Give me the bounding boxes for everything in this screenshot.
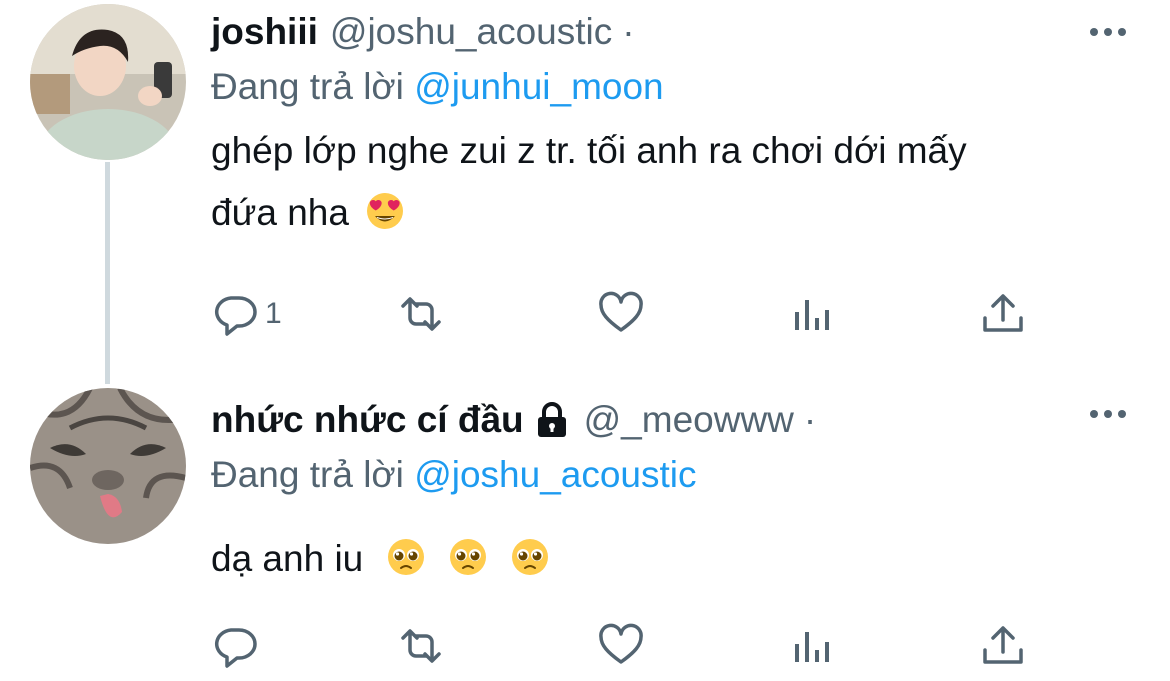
share-icon	[983, 626, 1023, 664]
pleading-face-emoji	[512, 539, 549, 575]
share-icon	[983, 294, 1023, 332]
reply-mention-link[interactable]: @joshu_acoustic	[414, 454, 696, 495]
tweet-content: nhức nhức cí đầu @_meowww · Đang trả lời…	[211, 399, 1130, 590]
heart-eyes-emoji	[367, 193, 404, 229]
display-name[interactable]: nhức nhức cí đầu	[211, 399, 524, 441]
tweet-text: dạ anh iu	[211, 528, 1130, 590]
like-button[interactable]	[597, 616, 645, 676]
tweet-text-line: dạ anh iu	[211, 538, 364, 579]
retweet-icon	[401, 297, 441, 331]
tweet-actions: 1	[211, 284, 1041, 344]
retweet-button[interactable]	[397, 616, 445, 676]
tweet-header: nhức nhức cí đầu @_meowww ·	[211, 399, 1130, 441]
tweet[interactable]: joshiii @joshu_acoustic · Đang trả lời @…	[0, 0, 1170, 380]
replying-to: Đang trả lời @junhui_moon	[211, 66, 1130, 107]
tweet-actions	[211, 616, 1041, 676]
display-name[interactable]: joshiii	[211, 11, 318, 53]
replying-to: Đang trả lời @joshu_acoustic	[211, 454, 1130, 495]
separator-dot: ·	[803, 399, 817, 440]
pleading-face-emoji	[449, 539, 486, 575]
views-button[interactable]	[789, 284, 837, 344]
reply-icon	[214, 628, 257, 668]
tweet-header: joshiii @joshu_acoustic ·	[211, 11, 1130, 53]
reply-prefix: Đang trả lời	[211, 66, 404, 107]
reply-prefix: Đang trả lời	[211, 454, 404, 495]
separator-dot: ·	[622, 11, 635, 52]
views-icon	[795, 300, 829, 330]
user-handle[interactable]: @_meowww	[584, 399, 794, 441]
share-button[interactable]	[979, 616, 1027, 676]
tweet-text-line: ghép lớp nghe zui z tr. tối anh ra chơi …	[211, 130, 967, 171]
more-icon[interactable]	[1086, 402, 1130, 426]
reply-button[interactable]	[211, 616, 265, 676]
avatar[interactable]	[30, 388, 186, 544]
like-button[interactable]	[597, 284, 645, 344]
avatar-photo-icon	[30, 4, 186, 160]
like-icon	[599, 291, 643, 332]
more-icon[interactable]	[1086, 20, 1130, 44]
share-button[interactable]	[979, 284, 1027, 344]
reply-icon	[214, 296, 257, 336]
retweet-icon	[401, 629, 441, 663]
pleading-face-emoji	[387, 539, 424, 575]
tweet[interactable]: nhức nhức cí đầu @_meowww · Đang trả lời…	[0, 380, 1170, 681]
tweet-content: joshiii @joshu_acoustic · Đang trả lời @…	[211, 11, 1130, 244]
reply-mention-link[interactable]: @junhui_moon	[414, 66, 663, 107]
lock-icon	[537, 402, 566, 437]
retweet-button[interactable]	[397, 284, 445, 344]
avatar[interactable]	[30, 4, 186, 160]
like-icon	[599, 623, 643, 664]
views-icon	[795, 632, 829, 662]
tweet-text: ghép lớp nghe zui z tr. tối anh ra chơi …	[211, 120, 1130, 244]
views-button[interactable]	[789, 616, 837, 676]
reply-count: 1	[265, 297, 282, 330]
avatar-cat-photo-icon	[30, 388, 186, 544]
tweet-text-line: đứa nha	[211, 192, 349, 233]
reply-button[interactable]: 1	[211, 284, 282, 344]
user-handle[interactable]: @joshu_acoustic	[330, 11, 612, 53]
